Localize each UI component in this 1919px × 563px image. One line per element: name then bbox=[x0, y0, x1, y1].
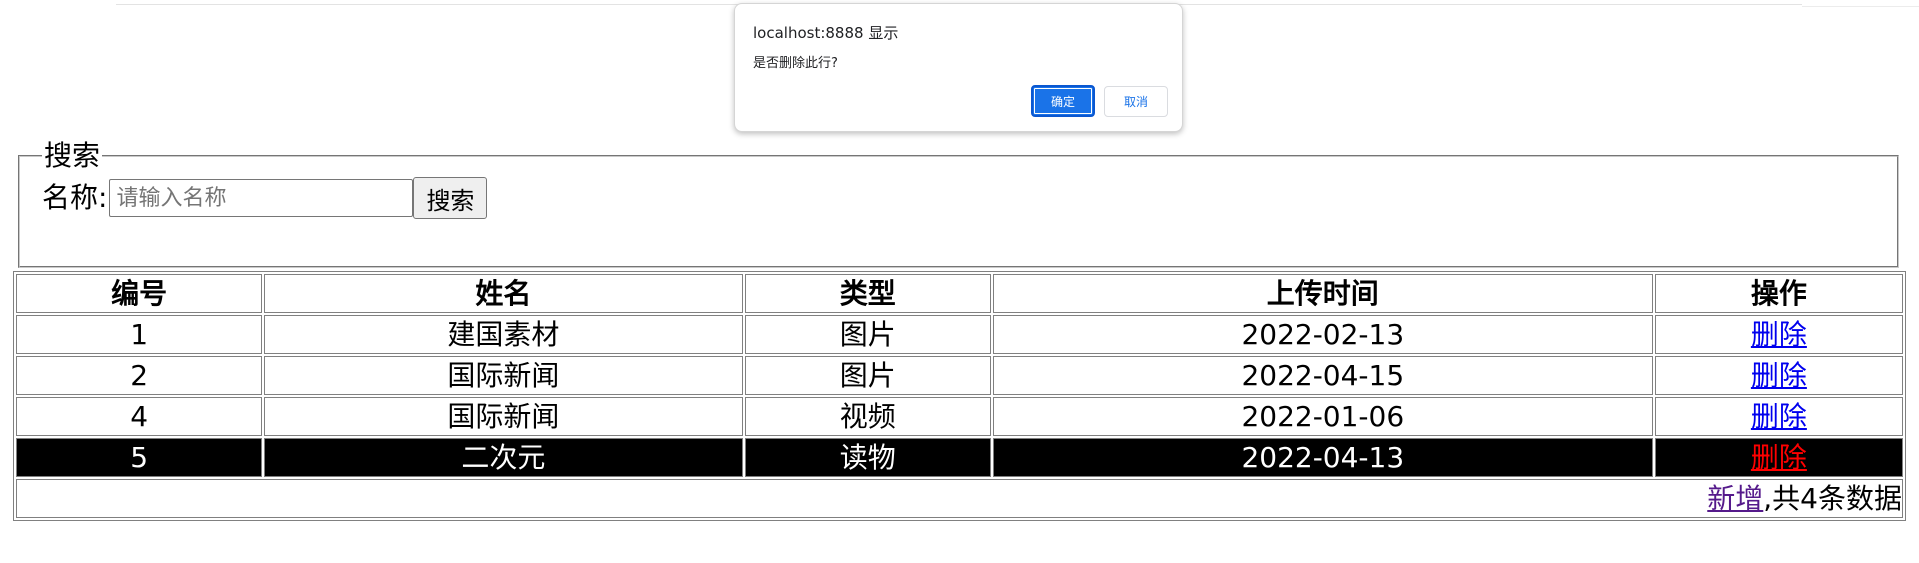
cell-date: 2022-04-13 bbox=[992, 438, 1653, 477]
cell-action: 删除 bbox=[1654, 356, 1903, 395]
table-row: 2 国际新闻 图片 2022-04-15 删除 bbox=[16, 356, 1903, 395]
cell-action: 删除 bbox=[1654, 438, 1903, 477]
column-header-name: 姓名 bbox=[264, 274, 743, 313]
search-button[interactable]: 搜索 bbox=[413, 177, 488, 219]
confirm-dialog: localhost:8888 显示 是否删除此行? 确定 取消 bbox=[734, 3, 1183, 132]
delete-link[interactable]: 删除 bbox=[1751, 359, 1807, 392]
add-link[interactable]: 新增 bbox=[1707, 482, 1763, 515]
cell-id: 4 bbox=[16, 397, 263, 436]
search-row: 名称: 搜索 bbox=[42, 176, 1897, 220]
dialog-ok-button[interactable]: 确定 bbox=[1031, 85, 1095, 117]
cell-date: 2022-02-13 bbox=[992, 315, 1653, 354]
page-top-divider-right bbox=[1802, 6, 1919, 7]
cell-type: 图片 bbox=[744, 315, 991, 354]
column-header-upload-time: 上传时间 bbox=[992, 274, 1653, 313]
table-header-row: 编号 姓名 类型 上传时间 操作 bbox=[16, 274, 1903, 313]
column-header-action: 操作 bbox=[1654, 274, 1903, 313]
cell-id: 2 bbox=[16, 356, 263, 395]
cell-name: 国际新闻 bbox=[264, 356, 743, 395]
search-name-label: 名称: bbox=[42, 181, 108, 214]
cell-name: 二次元 bbox=[264, 438, 743, 477]
column-header-id: 编号 bbox=[16, 274, 263, 313]
cell-id: 1 bbox=[16, 315, 263, 354]
dialog-cancel-button[interactable]: 取消 bbox=[1104, 86, 1168, 117]
dialog-title: localhost:8888 显示 bbox=[753, 24, 899, 42]
search-fieldset: 搜索 名称: 搜索 bbox=[18, 142, 1899, 268]
cell-date: 2022-01-06 bbox=[992, 397, 1653, 436]
delete-link[interactable]: 删除 bbox=[1751, 318, 1807, 351]
table-row: 4 国际新闻 视频 2022-01-06 删除 bbox=[16, 397, 1903, 436]
cell-action: 删除 bbox=[1654, 315, 1903, 354]
column-header-type: 类型 bbox=[744, 274, 991, 313]
cell-type: 视频 bbox=[744, 397, 991, 436]
cell-date: 2022-04-15 bbox=[992, 356, 1653, 395]
table-footer-row: 新增,共4条数据 bbox=[16, 479, 1903, 518]
table-footer-cell: 新增,共4条数据 bbox=[16, 479, 1903, 518]
cell-name: 国际新闻 bbox=[264, 397, 743, 436]
data-table: 编号 姓名 类型 上传时间 操作 1 建国素材 图片 2022-02-13 删除… bbox=[13, 271, 1906, 521]
table-row-highlighted: 5 二次元 读物 2022-04-13 删除 bbox=[16, 438, 1903, 477]
cell-type: 图片 bbox=[744, 356, 991, 395]
cell-type: 读物 bbox=[744, 438, 991, 477]
cell-action: 删除 bbox=[1654, 397, 1903, 436]
cell-id: 5 bbox=[16, 438, 263, 477]
dialog-message: 是否删除此行? bbox=[753, 56, 838, 71]
cell-name: 建国素材 bbox=[264, 315, 743, 354]
table-row: 1 建国素材 图片 2022-02-13 删除 bbox=[16, 315, 1903, 354]
search-input[interactable] bbox=[109, 179, 414, 217]
search-legend: 搜索 bbox=[44, 139, 101, 172]
record-count-text: ,共4条数据 bbox=[1763, 482, 1902, 515]
delete-link[interactable]: 删除 bbox=[1751, 400, 1807, 433]
delete-link[interactable]: 删除 bbox=[1751, 441, 1807, 474]
